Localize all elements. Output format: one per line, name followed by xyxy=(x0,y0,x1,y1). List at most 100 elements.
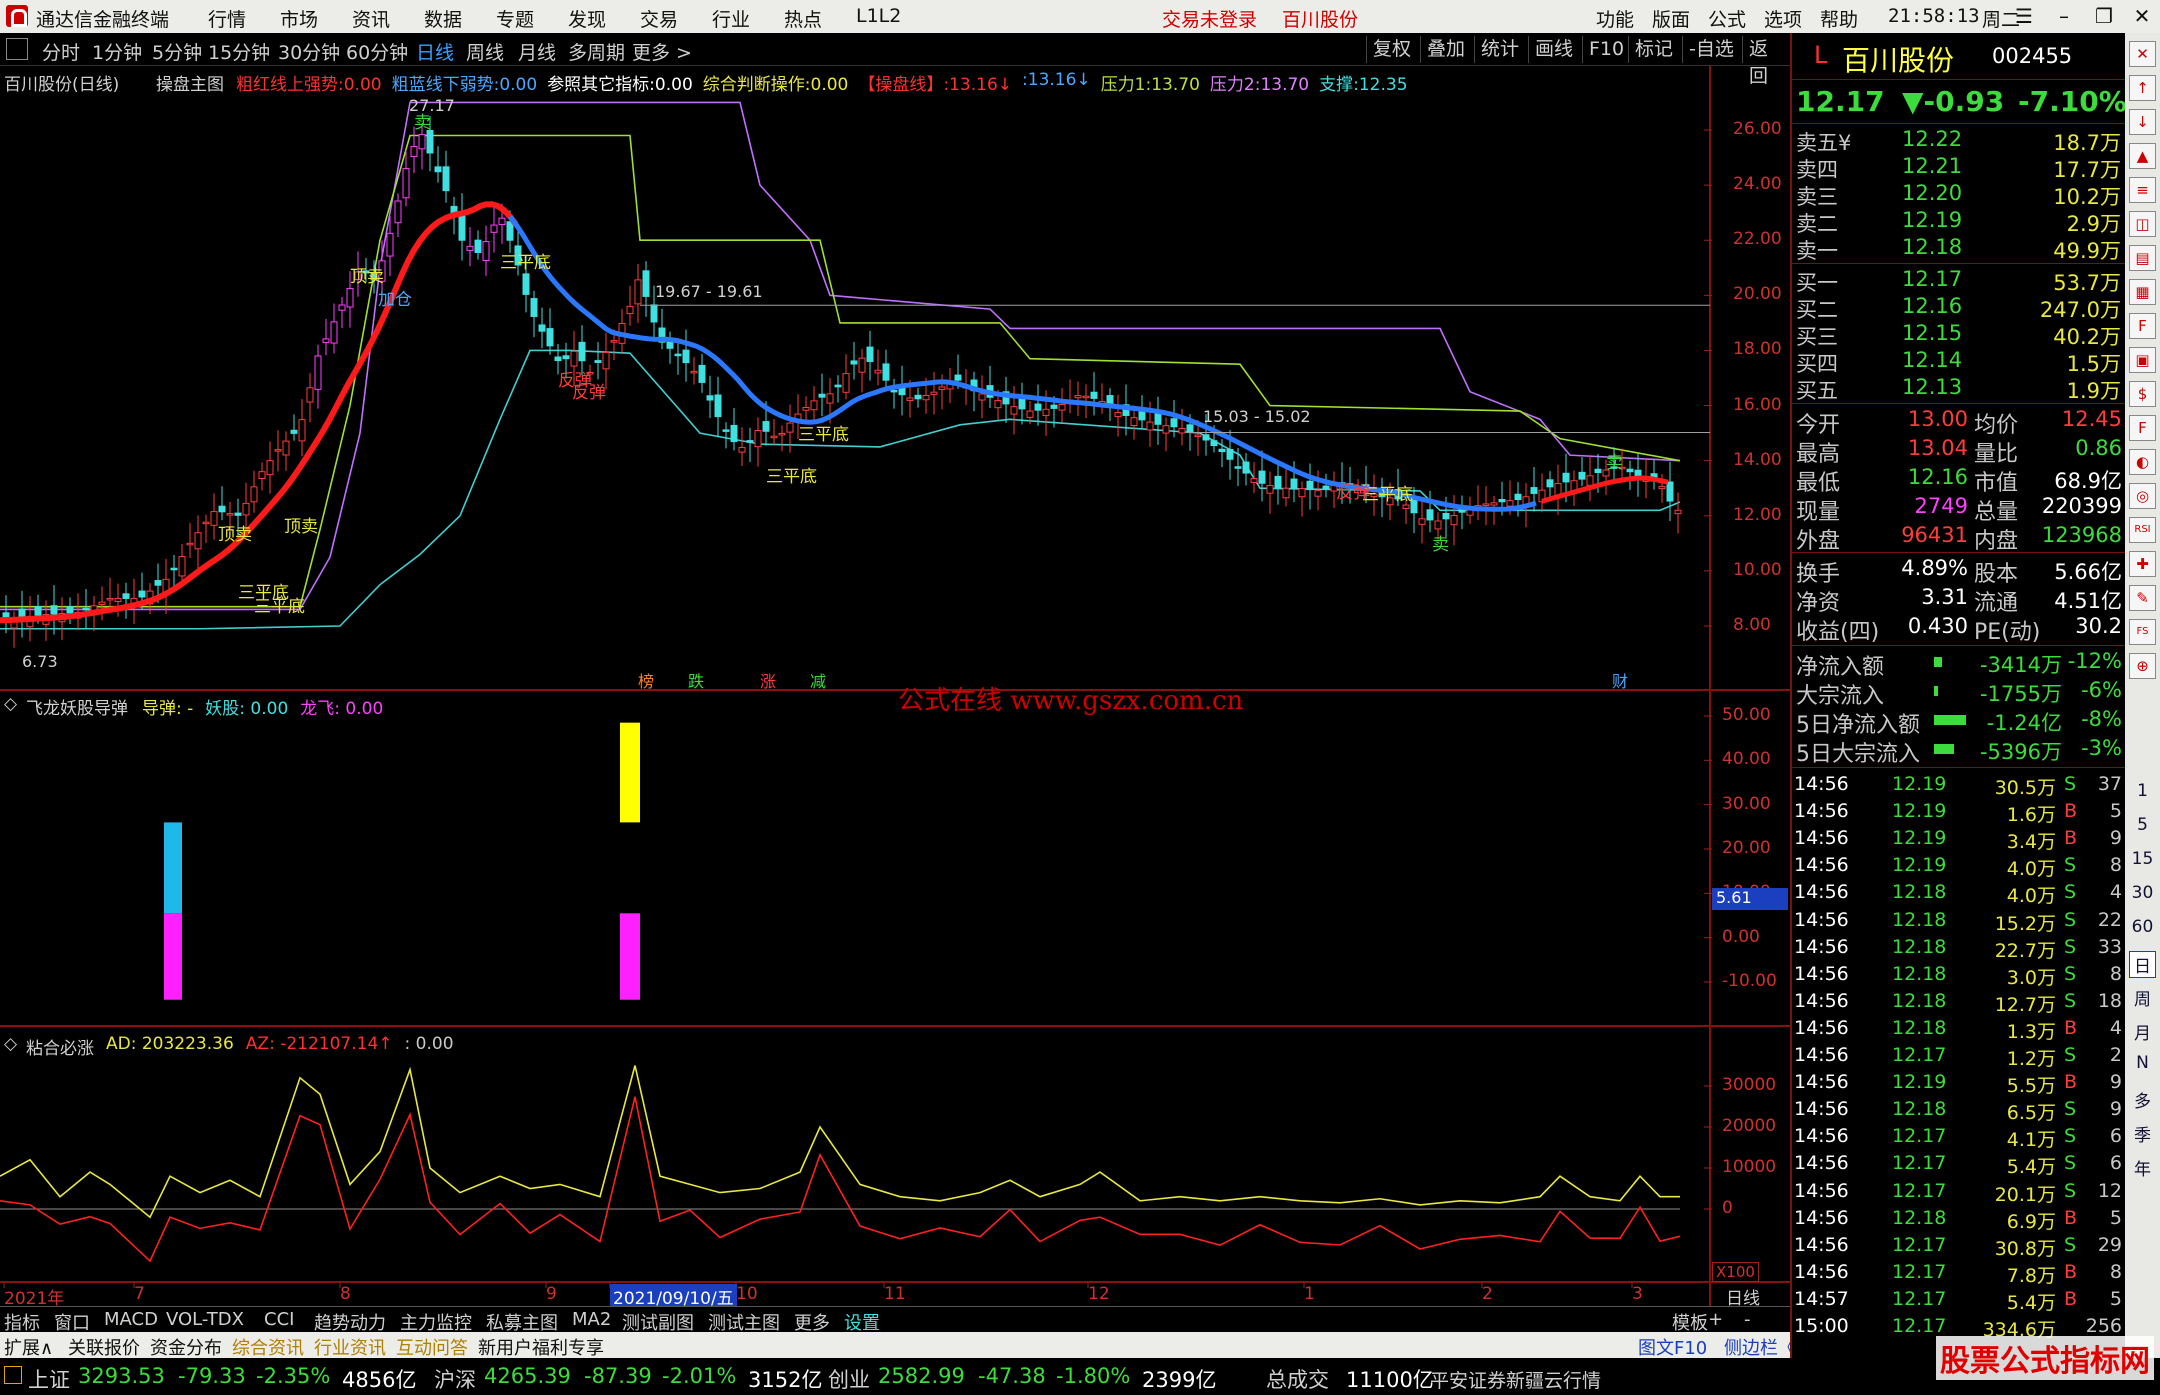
tab-monthly[interactable]: 月线 xyxy=(518,38,556,65)
side-tool-icon[interactable]: ⊕ xyxy=(2129,653,2156,679)
side-period-button[interactable]: 月 xyxy=(2129,1019,2156,1044)
template-button-1[interactable]: + xyxy=(1708,1309,1723,1330)
event-tag[interactable]: 财 xyxy=(1612,668,1628,692)
menu-item-help[interactable]: 帮助 xyxy=(1820,5,1858,32)
template-button-2[interactable]: - xyxy=(1744,1309,1751,1330)
extension-right-1[interactable]: 侧边栏《 xyxy=(1724,1334,1796,1360)
extension-tab-6[interactable]: 新用户福利专享 xyxy=(478,1334,604,1360)
sub1-title-icon[interactable]: ◇ xyxy=(4,694,17,714)
side-period-button[interactable]: 1 xyxy=(2129,781,2156,801)
menu-item-layout[interactable]: 版面 xyxy=(1652,5,1690,32)
tab-intraday[interactable]: 分时 xyxy=(42,38,80,65)
side-period-button[interactable]: 多 xyxy=(2129,1087,2156,1112)
menu-item-quotes[interactable]: 行情 xyxy=(208,5,246,32)
side-tool-icon[interactable]: ▤ xyxy=(2129,245,2156,271)
event-tag[interactable]: 涨 xyxy=(760,668,776,692)
stats-button[interactable]: 统计 xyxy=(1474,36,1525,63)
indicator-tab-8[interactable]: MA2 xyxy=(572,1309,611,1330)
tab-5min[interactable]: 5分钟 xyxy=(152,38,202,65)
indicator-tab-3[interactable]: VOL-TDX xyxy=(166,1309,244,1330)
indicator-tab-2[interactable]: MACD xyxy=(104,1309,158,1330)
menu-item-news[interactable]: 资讯 xyxy=(352,5,390,32)
f10-button[interactable]: F10 xyxy=(1582,36,1630,63)
side-period-button[interactable]: 日 xyxy=(2129,951,2156,978)
extension-tab-5[interactable]: 互动问答 xyxy=(396,1334,468,1360)
menu-icon[interactable]: ☰ xyxy=(2010,3,2038,29)
tab-weekly[interactable]: 周线 xyxy=(466,38,504,65)
watchlist-button[interactable]: -自选 xyxy=(1682,36,1740,63)
side-period-button[interactable]: 周 xyxy=(2129,985,2156,1010)
menu-item-industry[interactable]: 行业 xyxy=(712,5,750,32)
side-tool-icon[interactable]: ▦ xyxy=(2129,279,2156,305)
side-tool-icon[interactable]: ◫ xyxy=(2129,211,2156,237)
side-tool-icon[interactable]: F xyxy=(2129,313,2156,339)
side-tool-icon[interactable]: ↓ xyxy=(2129,109,2156,135)
index-name[interactable]: 创业 xyxy=(828,1364,870,1394)
side-tool-icon[interactable]: ▣ xyxy=(2129,347,2156,373)
restore-icon[interactable]: ❐ xyxy=(2090,3,2118,29)
tab-daily[interactable]: 日线 xyxy=(416,38,454,65)
tab-30min[interactable]: 30分钟 xyxy=(278,38,340,65)
indicator-tab-4[interactable]: CCI xyxy=(264,1309,294,1330)
side-tool-icon[interactable]: ✚ xyxy=(2129,551,2156,577)
side-tool-icon[interactable]: ▲ xyxy=(2129,143,2156,169)
sidebar-toggle-icon[interactable] xyxy=(6,38,28,60)
adjust-button[interactable]: 复权 xyxy=(1366,36,1417,63)
side-tool-icon[interactable]: F xyxy=(2129,415,2156,441)
side-period-button[interactable]: 60 xyxy=(2129,917,2156,937)
side-period-button[interactable]: N xyxy=(2129,1053,2156,1073)
side-tool-icon[interactable]: ↑ xyxy=(2129,75,2156,101)
tab-multi-period[interactable]: 多周期 xyxy=(568,38,625,65)
sub1-title[interactable]: 飞龙妖股导弹 xyxy=(26,694,128,719)
sub2-title-icon[interactable]: ◇ xyxy=(4,1034,17,1054)
menu-item-formula[interactable]: 公式 xyxy=(1708,5,1746,32)
side-tool-icon[interactable]: ◎ xyxy=(2129,483,2156,509)
index-switch-icon[interactable] xyxy=(4,1366,22,1384)
extension-tab-4[interactable]: 行业资讯 xyxy=(314,1334,386,1360)
menu-item-trade[interactable]: 交易 xyxy=(640,5,678,32)
menu-item-data[interactable]: 数据 xyxy=(424,5,462,32)
side-period-button[interactable]: 30 xyxy=(2129,883,2156,903)
side-period-button[interactable]: 15 xyxy=(2129,849,2156,869)
side-tool-icon[interactable]: RSI xyxy=(2129,517,2156,543)
extension-tab-3[interactable]: 综合资讯 xyxy=(232,1334,304,1360)
menu-item-options[interactable]: 选项 xyxy=(1764,5,1802,32)
side-tool-icon[interactable]: $ xyxy=(2129,381,2156,407)
menu-item-hot[interactable]: 热点 xyxy=(784,5,822,32)
close-icon[interactable]: ✕ xyxy=(2128,3,2156,29)
chart-area[interactable] xyxy=(0,66,1790,1306)
index-name[interactable]: 沪深 xyxy=(434,1364,476,1394)
menu-item-discover[interactable]: 发现 xyxy=(568,5,606,32)
minimize-icon[interactable]: – xyxy=(2050,3,2078,29)
side-tool-icon[interactable]: ◐ xyxy=(2129,449,2156,475)
tab-more[interactable]: 更多 > xyxy=(632,38,692,65)
mark-button[interactable]: 标记 xyxy=(1628,36,1679,63)
back-button[interactable]: 返回 xyxy=(1742,36,1790,87)
side-tool-icon[interactable]: ✕ xyxy=(2129,41,2156,67)
side-period-button[interactable]: 年 xyxy=(2129,1155,2156,1180)
menu-item-l1l2[interactable]: L1L2 xyxy=(856,5,901,27)
event-tag[interactable]: 跌 xyxy=(688,668,704,692)
trade-login-status[interactable]: 交易未登录 xyxy=(1162,5,1257,32)
extension-right-0[interactable]: 图文F10 xyxy=(1638,1334,1707,1360)
index-name[interactable]: 上证 xyxy=(28,1364,70,1394)
side-tool-icon[interactable]: ✎ xyxy=(2129,585,2156,611)
extension-tab-1[interactable]: 关联报价 xyxy=(68,1334,140,1360)
event-tag[interactable]: 减 xyxy=(810,668,826,692)
side-period-button[interactable]: 5 xyxy=(2129,815,2156,835)
overlay-button[interactable]: 叠加 xyxy=(1420,36,1471,63)
menu-item-topics[interactable]: 专题 xyxy=(496,5,534,32)
side-tool-icon[interactable]: ≡ xyxy=(2129,177,2156,203)
extension-tab-0[interactable]: 扩展∧ xyxy=(4,1334,53,1360)
event-tag[interactable]: 榜 xyxy=(638,668,654,692)
tab-1min[interactable]: 1分钟 xyxy=(92,38,142,65)
side-period-button[interactable]: 季 xyxy=(2129,1121,2156,1146)
sub2-title[interactable]: 粘合必涨 xyxy=(26,1034,94,1059)
extension-tab-2[interactable]: 资金分布 xyxy=(150,1334,222,1360)
menu-item-function[interactable]: 功能 xyxy=(1596,5,1634,32)
menu-item-market[interactable]: 市场 xyxy=(280,5,318,32)
side-tool-icon[interactable]: FS xyxy=(2129,619,2156,645)
tab-60min[interactable]: 60分钟 xyxy=(346,38,408,65)
tab-15min[interactable]: 15分钟 xyxy=(208,38,270,65)
draw-button[interactable]: 画线 xyxy=(1528,36,1579,63)
